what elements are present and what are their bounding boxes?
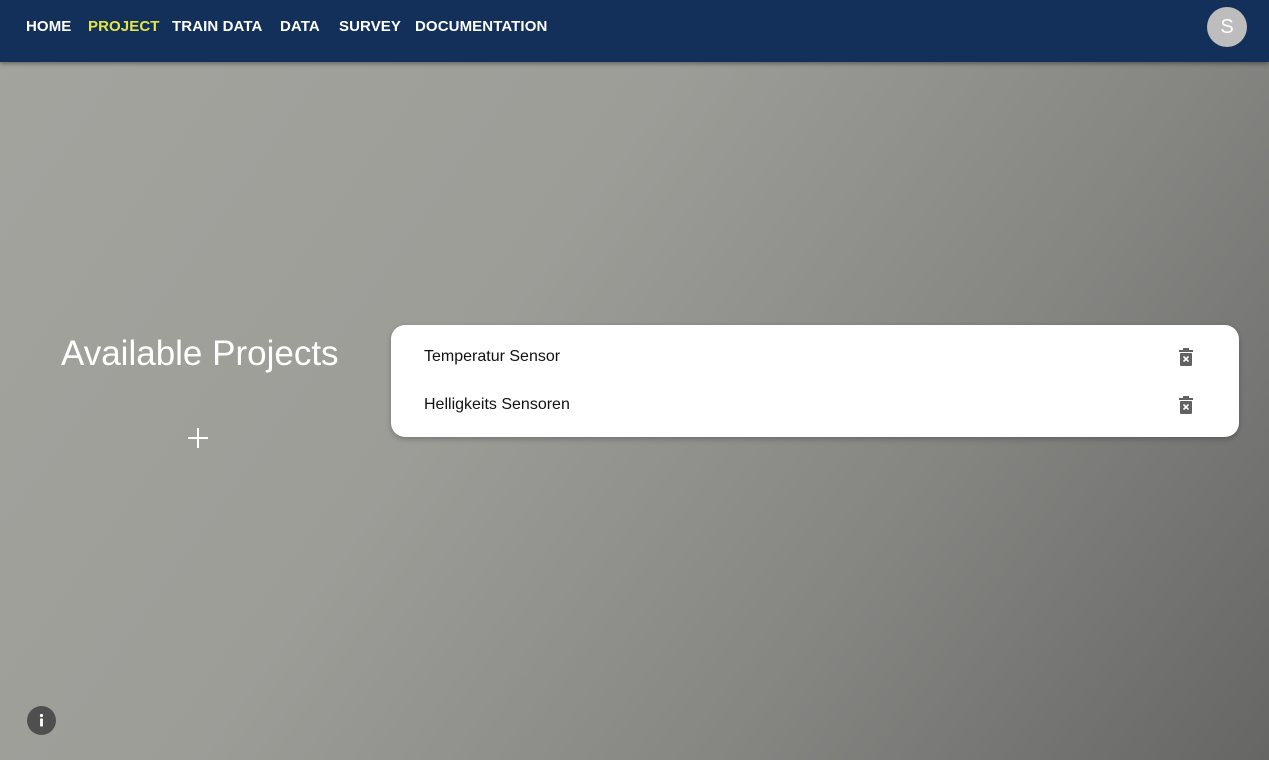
add-project-button[interactable] bbox=[184, 424, 212, 452]
delete-icon bbox=[1179, 348, 1193, 366]
delete-icon bbox=[1179, 396, 1193, 414]
plus-icon bbox=[188, 428, 208, 448]
project-item[interactable]: Helligkeits Sensoren bbox=[391, 381, 1239, 429]
user-avatar[interactable]: S bbox=[1207, 7, 1247, 47]
page-title: Available Projects bbox=[61, 334, 339, 373]
nav-project[interactable]: PROJECT bbox=[88, 18, 160, 35]
nav-train-data[interactable]: TRAIN DATA bbox=[172, 18, 262, 35]
info-button[interactable] bbox=[27, 706, 56, 735]
nav-home[interactable]: HOME bbox=[26, 18, 71, 35]
project-list: Temperatur Sensor Helligkeits Sensoren bbox=[391, 325, 1239, 437]
nav-documentation[interactable]: DOCUMENTATION bbox=[415, 18, 547, 35]
project-name: Helligkeits Sensoren bbox=[424, 396, 570, 413]
nav-data[interactable]: DATA bbox=[280, 18, 320, 35]
delete-project-button[interactable] bbox=[1176, 395, 1196, 415]
top-navbar: HOME PROJECT TRAIN DATA DATA SURVEY DOCU… bbox=[0, 0, 1269, 62]
nav-survey[interactable]: SURVEY bbox=[339, 18, 401, 35]
project-item[interactable]: Temperatur Sensor bbox=[391, 333, 1239, 381]
delete-project-button[interactable] bbox=[1176, 347, 1196, 367]
info-icon bbox=[39, 713, 44, 727]
project-name: Temperatur Sensor bbox=[424, 348, 561, 365]
